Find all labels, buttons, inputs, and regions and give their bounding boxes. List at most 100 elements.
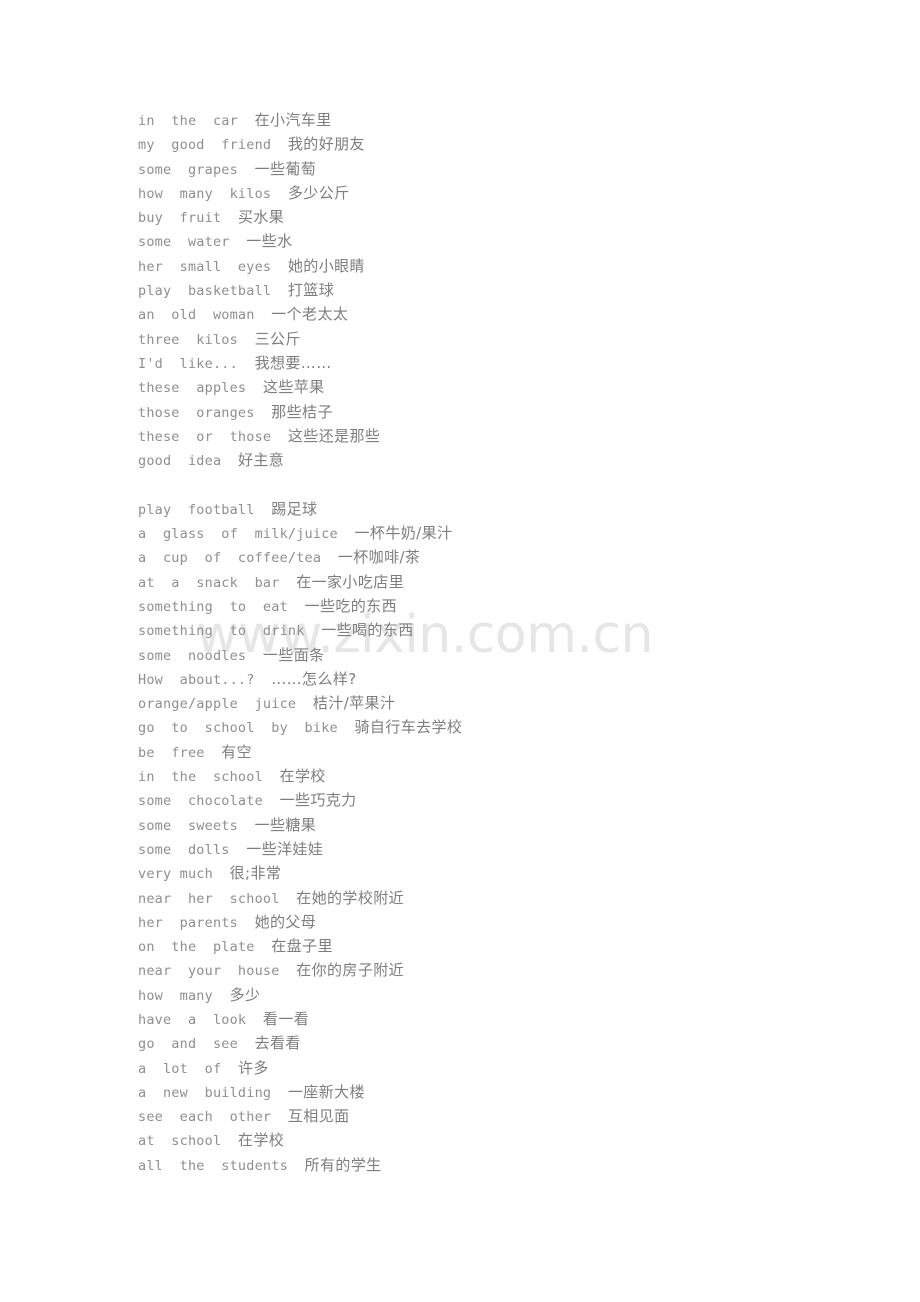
phrase-chinese: 在学校 — [237, 1131, 285, 1150]
phrase-english: a lot of — [138, 1060, 222, 1077]
phrase-line: these apples 这些苹果 — [138, 375, 878, 399]
phrase-line: see each other 互相见面 — [138, 1104, 878, 1128]
phrase-english: play football — [138, 501, 255, 518]
phrase-gap — [238, 356, 255, 372]
document-page: www.zixin.com.cn in the car 在小汽车里 my good… — [0, 0, 920, 1302]
phrase-line: some grapes 一些葡萄 — [138, 157, 878, 181]
phrase-gap — [321, 550, 338, 566]
phrase-gap — [238, 162, 255, 178]
phrase-gap — [246, 1012, 263, 1028]
phrase-chinese: 好主意 — [237, 451, 285, 470]
phrase-english: go to school by bike — [138, 720, 338, 737]
phrase-line: very much 很;非常 — [138, 861, 878, 885]
phrase-line: near your house 在你的房子附近 — [138, 958, 878, 982]
phrase-line: a lot of 许多 — [138, 1056, 878, 1080]
phrase-chinese: 一些吃的东西 — [304, 596, 397, 615]
phrase-gap — [213, 866, 230, 882]
phrase-line: something to eat 一些吃的东西 — [138, 594, 878, 618]
phrase-chinese: 桔汁/苹果汁 — [312, 694, 396, 713]
phrase-english: something to drink — [138, 623, 305, 640]
phrase-english: How about...? — [138, 671, 255, 688]
phrase-line: her parents 她的父母 — [138, 910, 878, 934]
phrase-line: a glass of milk/juice 一杯牛奶/果汁 — [138, 521, 878, 545]
phrase-chinese: 在一家小吃店里 — [296, 572, 405, 591]
phrase-list-body: in the car 在小汽车里 my good friend 我的好朋友 some… — [138, 108, 878, 1177]
phrase-chinese: 那些桔子 — [271, 402, 333, 421]
phrase-english: on the plate — [138, 939, 255, 956]
phrase-chinese: 在她的学校附近 — [296, 888, 405, 907]
phrase-chinese: 在你的房子附近 — [296, 961, 405, 980]
phrase-line: some sweets 一些糖果 — [138, 813, 878, 837]
phrase-gap — [288, 1158, 305, 1174]
phrase-line: these or those 这些还是那些 — [138, 424, 878, 448]
phrase-chinese: 很;非常 — [229, 864, 282, 883]
phrase-line: go to school by bike 骑自行车去学校 — [138, 715, 878, 739]
phrase-english: all the students — [138, 1157, 288, 1174]
phrase-english: something to eat — [138, 598, 288, 615]
phrase-chinese: 一些喝的东西 — [321, 621, 414, 640]
phrase-gap — [246, 380, 263, 396]
phrase-english: my good friend — [138, 137, 272, 154]
phrase-gap — [271, 186, 288, 202]
phrase-english: buy fruit — [138, 210, 222, 227]
phrase-english: a cup of coffee/tea — [138, 550, 322, 567]
phrase-chinese: 一些洋娃娃 — [246, 839, 324, 858]
phrase-line: orange/apple juice 桔汁/苹果汁 — [138, 691, 878, 715]
phrase-chinese: 她的父母 — [254, 912, 317, 931]
phrase-line: all the students 所有的学生 — [138, 1153, 878, 1177]
phrase-chinese: 去看看 — [254, 1034, 301, 1053]
phrase-line: play basketball 打篮球 — [138, 278, 878, 302]
phrase-english: near your house — [138, 963, 280, 980]
phrase-gap — [221, 1061, 238, 1077]
phrase-gap — [221, 210, 238, 226]
phrase-chinese: 有空 — [221, 742, 253, 761]
phrase-gap — [221, 1133, 238, 1149]
phrase-english: at school — [138, 1133, 222, 1150]
phrase-line: be free 有空 — [138, 740, 878, 764]
phrase-chinese: 一杯咖啡/茶 — [337, 548, 421, 567]
phrase-chinese: ……怎么样? — [271, 669, 357, 688]
phrase-english: very much — [138, 866, 213, 883]
phrase-gap — [238, 915, 255, 931]
phrase-chinese: 她的小眼睛 — [287, 256, 365, 275]
phrase-line: those oranges 那些桔子 — [138, 400, 878, 424]
phrase-english: some noodles — [138, 647, 247, 664]
phrase-line: how many 多少 — [138, 983, 878, 1007]
phrase-chinese: 许多 — [237, 1058, 269, 1077]
phrase-gap — [263, 769, 280, 785]
phrase-english: a glass of milk/juice — [138, 526, 338, 543]
phrase-gap — [238, 332, 255, 348]
phrase-chinese: 多少 — [229, 985, 261, 1004]
phrase-english: her small eyes — [138, 258, 272, 275]
phrase-line: some noodles 一些面条 — [138, 643, 878, 667]
phrase-gap — [213, 988, 230, 1004]
phrase-line: some water 一些水 — [138, 229, 878, 253]
phrase-gap — [230, 234, 247, 250]
phrase-gap — [305, 623, 322, 639]
phrase-english: some sweets — [138, 817, 238, 834]
phrase-chinese: 三公斤 — [254, 329, 301, 348]
phrase-english: I'd like... — [138, 355, 238, 372]
phrase-gap — [230, 842, 247, 858]
phrase-chinese: 多少公斤 — [287, 183, 350, 202]
phrase-english: some chocolate — [138, 793, 263, 810]
phrase-line: good idea 好主意 — [138, 448, 878, 472]
phrase-chinese: 在学校 — [279, 767, 326, 786]
phrase-gap — [255, 502, 272, 518]
phrase-gap — [238, 113, 255, 129]
phrase-chinese: 在小汽车里 — [254, 111, 332, 129]
phrase-gap — [280, 963, 297, 979]
phrase-gap — [263, 793, 280, 809]
phrase-chinese: 一些面条 — [262, 645, 325, 664]
phrase-gap — [238, 1036, 255, 1052]
phrase-chinese: 骑自行车去学校 — [354, 718, 463, 737]
phrase-chinese: 打篮球 — [287, 281, 335, 300]
phrase-chinese: 踢足球 — [271, 499, 318, 518]
phrase-gap — [221, 453, 238, 469]
phrase-english: some dolls — [138, 841, 230, 858]
phrase-gap — [271, 1085, 288, 1101]
phrase-english: some water — [138, 234, 230, 251]
phrase-chinese: 一些糖果 — [254, 815, 317, 834]
phrase-english: her parents — [138, 914, 238, 931]
phrase-chinese: 互相见面 — [287, 1107, 350, 1126]
